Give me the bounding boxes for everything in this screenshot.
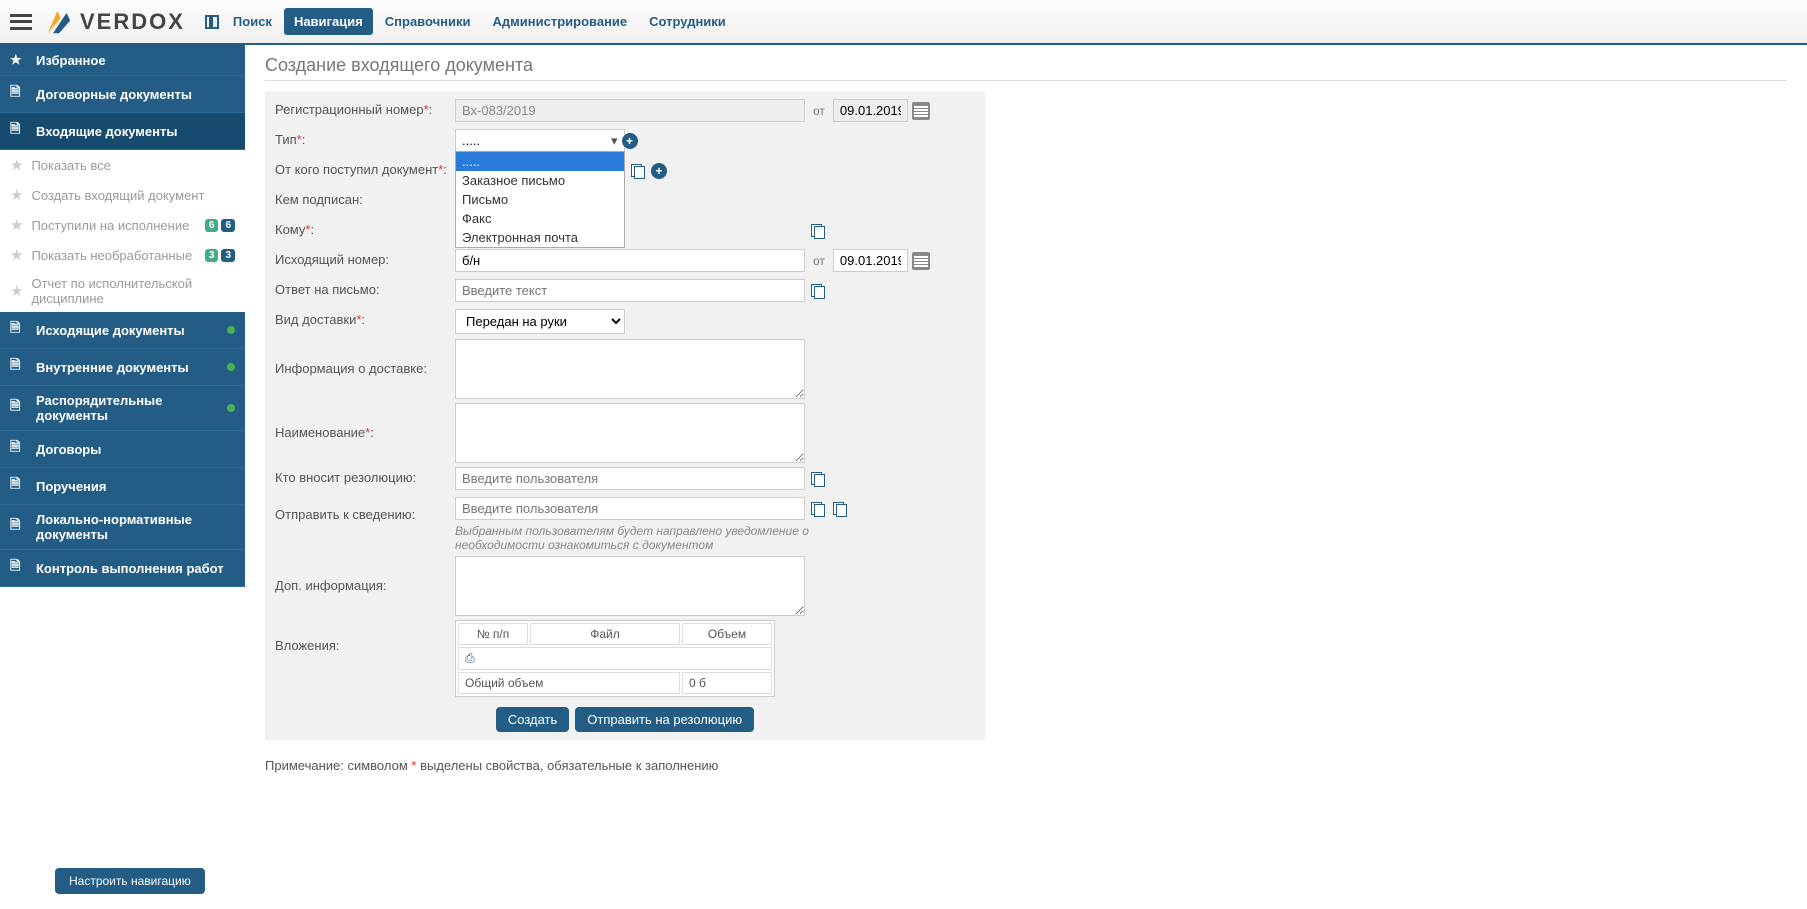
delivery-info-textarea[interactable] <box>455 339 805 399</box>
nav-tab-0[interactable]: Поиск <box>223 8 282 35</box>
copy-icon[interactable] <box>809 500 827 518</box>
copy-icon[interactable] <box>809 470 827 488</box>
reg-num-input[interactable] <box>455 99 805 122</box>
dropdown-option[interactable]: Заказное письмо <box>456 171 624 190</box>
sidebar-item[interactable]: 🗎Поручения <box>0 468 245 505</box>
send-info-input[interactable] <box>455 497 805 520</box>
dropdown-option[interactable]: ..... <box>456 152 624 171</box>
reply-input[interactable] <box>455 279 805 302</box>
add-from-button[interactable]: + <box>651 163 667 179</box>
page-title: Создание входящего документа <box>265 55 1787 81</box>
sidebar-item[interactable]: ★Избранное <box>0 45 245 76</box>
top-nav: ПоискНавигацияСправочникиАдминистрирован… <box>223 8 736 35</box>
send-resolution-button[interactable]: Отправить на резолюцию <box>575 707 754 732</box>
calendar-icon[interactable] <box>912 252 930 270</box>
resolution-input[interactable] <box>455 467 805 490</box>
configure-nav-button[interactable]: Настроить навигацию <box>55 868 205 894</box>
copy-icon[interactable] <box>629 162 647 180</box>
delivery-select[interactable]: Передан на руки <box>455 309 625 334</box>
copy-icon[interactable] <box>809 282 827 300</box>
sidebar-item[interactable]: 🗎Распорядительные документы <box>0 386 245 431</box>
sidebar-item[interactable]: 🗎Контроль выполнения работ <box>0 550 245 587</box>
content-area: Создание входящего документа Регистрацио… <box>245 45 1807 783</box>
copy-icon[interactable] <box>809 222 827 240</box>
nav-tab-2[interactable]: Справочники <box>375 8 481 35</box>
type-dropdown[interactable]: .....Заказное письмоПисьмоФаксЭлектронна… <box>455 151 625 248</box>
create-button[interactable]: Создать <box>496 707 569 732</box>
hamburger-menu[interactable] <box>10 14 32 30</box>
calendar-icon[interactable] <box>912 102 930 120</box>
upload-icon[interactable]: ⎙ <box>465 651 475 665</box>
dropdown-option[interactable]: Письмо <box>456 190 624 209</box>
sidebar-item[interactable]: 🗎Договоры <box>0 431 245 468</box>
sidebar-sub-item[interactable]: ★Создать входящий документ <box>0 180 245 210</box>
sidebar-item[interactable]: 🗎Локально-нормативные документы <box>0 505 245 550</box>
dropdown-option[interactable]: Факс <box>456 209 624 228</box>
sidebar-item[interactable]: 🗎Исходящие документы <box>0 312 245 349</box>
nav-tab-4[interactable]: Сотрудники <box>639 8 736 35</box>
window-icon[interactable] <box>205 15 219 29</box>
nav-tab-3[interactable]: Администрирование <box>483 8 638 35</box>
footnote: Примечание: символом * выделены свойства… <box>265 758 1787 773</box>
sidebar-sub-item[interactable]: ★Показать необработанные33 <box>0 240 245 270</box>
out-date-input[interactable] <box>833 249 908 272</box>
sidebar-sub-item[interactable]: ★Поступили на исполнение66 <box>0 210 245 240</box>
form: Регистрационный номер*: от Тип*: ▾ + ...… <box>265 91 985 740</box>
sidebar: ★Избранное🗎Договорные документы🗎Входящие… <box>0 45 245 783</box>
sidebar-item[interactable]: 🗎Внутренние документы <box>0 349 245 386</box>
dropdown-option[interactable]: Электронная почта <box>456 228 624 247</box>
attachments-table: № п/п Файл Объем ⎙ Общий объем 0 б <box>455 620 775 697</box>
list-icon[interactable] <box>831 500 849 518</box>
type-select[interactable] <box>455 129 625 152</box>
add-type-button[interactable]: + <box>622 133 638 149</box>
sidebar-item[interactable]: 🗎Договорные документы <box>0 76 245 113</box>
sidebar-sub-item[interactable]: ★Показать все <box>0 150 245 180</box>
out-num-input[interactable] <box>455 249 805 272</box>
nav-tab-1[interactable]: Навигация <box>284 8 373 35</box>
logo-mark-icon <box>44 7 74 37</box>
reg-date-input[interactable] <box>833 99 908 122</box>
brand-name: VERDOX <box>80 9 185 35</box>
sidebar-item[interactable]: 🗎Входящие документы <box>0 113 245 150</box>
logo: VERDOX <box>44 7 185 37</box>
extra-textarea[interactable] <box>455 556 805 616</box>
name-textarea[interactable] <box>455 403 805 463</box>
sidebar-sub-item[interactable]: ★Отчет по исполнительской дисциплине <box>0 270 245 312</box>
